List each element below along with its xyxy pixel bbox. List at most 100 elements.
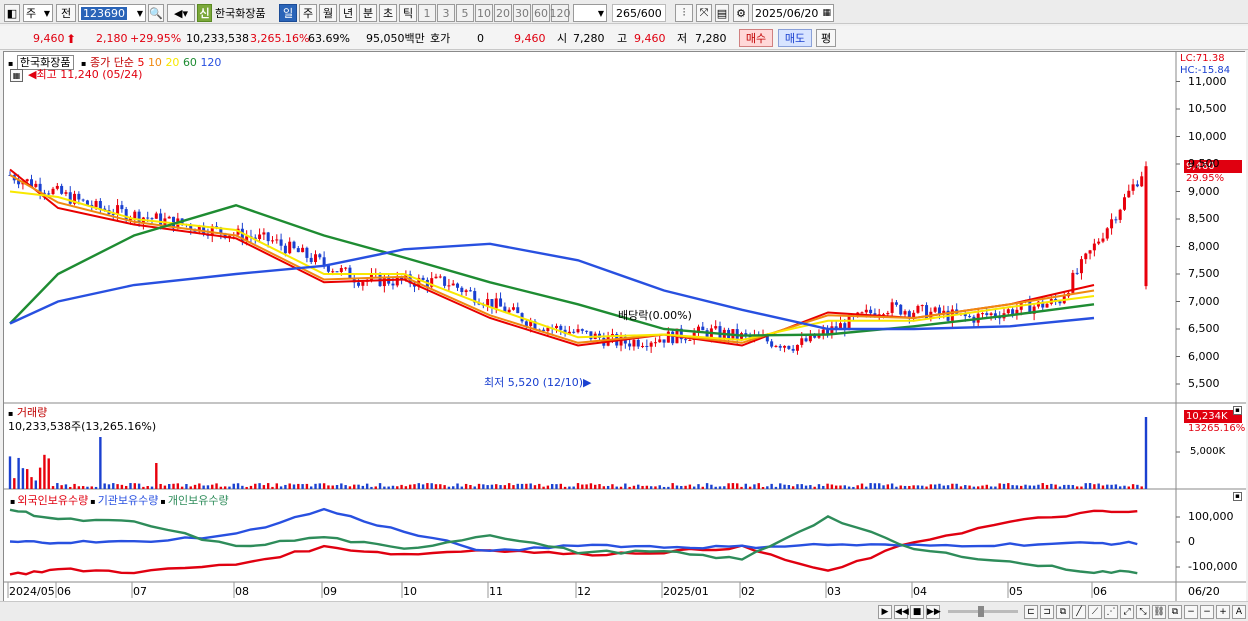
count-field[interactable]: 265/600 xyxy=(612,4,666,22)
candle-body xyxy=(1131,184,1135,191)
volume-bar xyxy=(1088,483,1092,489)
sound-icon[interactable]: ◀▾ xyxy=(167,4,195,22)
draw-icon[interactable]: ⟋ xyxy=(1088,605,1102,619)
volume-bar xyxy=(357,484,360,489)
interval-button-20[interactable]: 20 xyxy=(494,4,512,22)
volume-bar xyxy=(1136,484,1139,489)
fast-forward-icon[interactable]: ▶▶ xyxy=(926,605,941,619)
interval-button-1[interactable]: 1 xyxy=(418,4,436,22)
chart-canvas[interactable] xyxy=(4,52,1246,602)
volume-bar xyxy=(542,486,545,489)
chart-area[interactable]: ▪ 한국화장품 ▪ 종가 단순 5 10 20 60 120 ▦ ◀최고 11,… xyxy=(3,51,1246,602)
volume-bar xyxy=(1002,483,1006,489)
calendar-icon[interactable]: ▦ xyxy=(822,8,831,18)
volume-bar xyxy=(809,485,812,489)
interval-button-5[interactable]: 5 xyxy=(456,4,474,22)
candle-body xyxy=(98,200,102,209)
zoom-slider-handle[interactable] xyxy=(978,606,984,617)
candle-body xyxy=(391,283,395,286)
layout-icon[interactable]: ⊏ xyxy=(1024,605,1038,619)
candle-body xyxy=(159,213,163,225)
volume-bar xyxy=(559,483,562,489)
volume-bar xyxy=(202,485,205,489)
volume-bar xyxy=(766,486,769,489)
candle-body xyxy=(464,290,468,293)
auto-scale-icon[interactable]: A xyxy=(1232,605,1246,619)
period-tab-4[interactable]: 분 xyxy=(359,4,377,22)
period-select[interactable]: 주 ▼ xyxy=(23,4,53,22)
volume-bar xyxy=(297,483,300,489)
volume-bar xyxy=(13,478,16,489)
panel-maximize-icon[interactable]: ▪ xyxy=(1233,492,1242,501)
period-tab-1[interactable]: 주 xyxy=(299,4,317,22)
volume-bar xyxy=(718,486,722,489)
chevron-down-icon[interactable]: ▼ xyxy=(137,9,143,18)
layout-icon[interactable]: ⊐ xyxy=(1040,605,1054,619)
period-tab-6[interactable]: 틱 xyxy=(399,4,417,22)
buy-button[interactable]: 매수 xyxy=(739,29,773,47)
draw-tool-icon[interactable]: ⤢ xyxy=(1120,605,1134,619)
screen-menu-icon[interactable]: ◧ xyxy=(4,4,20,22)
candle-body xyxy=(137,211,141,223)
candle-type-icon[interactable]: ⫶ xyxy=(675,4,693,22)
volume-bar xyxy=(288,483,291,489)
rewind-icon[interactable]: ◀◀ xyxy=(894,605,909,619)
scroll-right-icon[interactable]: ▶ xyxy=(878,605,892,619)
minus-icon[interactable]: − xyxy=(1184,605,1198,619)
draw-tool-icon[interactable]: ⤡ xyxy=(1136,605,1150,619)
eval-button[interactable]: 평 xyxy=(816,29,836,47)
volume-bar xyxy=(391,485,395,489)
volume-bar xyxy=(1075,486,1079,489)
volume-bar xyxy=(413,484,416,489)
volume-bar xyxy=(649,486,653,489)
stop-icon[interactable]: ■ xyxy=(910,605,924,619)
volume-bar xyxy=(594,484,597,489)
candle-body xyxy=(920,305,924,307)
candle-body xyxy=(314,254,318,263)
settings-gear-icon[interactable]: ⚙ xyxy=(733,4,749,22)
x-axis-label: 09 xyxy=(323,585,337,598)
volume-bar xyxy=(314,483,317,489)
volume: 10,233,538 xyxy=(186,32,249,45)
period-tab-5[interactable]: 초 xyxy=(379,4,397,22)
interval-dropdown[interactable]: ▼ xyxy=(573,4,607,22)
volume-bar xyxy=(1015,485,1019,489)
search-icon[interactable]: 🔍 xyxy=(148,4,164,22)
volume-bar xyxy=(495,484,498,489)
draw-line-icon[interactable]: ╱ xyxy=(1072,605,1086,619)
candle-body xyxy=(1092,243,1096,251)
sell-button[interactable]: 매도 xyxy=(778,29,812,47)
candle-body xyxy=(1084,253,1088,260)
panel-maximize-icon[interactable]: ▪ xyxy=(1233,406,1242,415)
zoom-in-icon[interactable]: + xyxy=(1216,605,1230,619)
interval-button-3[interactable]: 3 xyxy=(437,4,455,22)
calculator-icon[interactable]: ▦ xyxy=(10,69,23,82)
volume-bar xyxy=(847,486,851,489)
stock-code-input[interactable]: 123690 ▼ xyxy=(78,4,146,22)
zoom-slider[interactable] xyxy=(948,606,1018,617)
period-tab-3[interactable]: 년 xyxy=(339,4,357,22)
prev-button[interactable]: 전 xyxy=(56,4,76,22)
copy-icon[interactable]: ⧉ xyxy=(1168,605,1182,619)
interval-button-10[interactable]: 10 xyxy=(475,4,493,22)
crosshair-icon[interactable]: ⤧ xyxy=(696,4,712,22)
save-icon[interactable]: ▤ xyxy=(715,4,729,22)
candle-body xyxy=(81,199,85,201)
interval-button-60[interactable]: 60 xyxy=(532,4,550,22)
holding-legend: ▪ 외국인보유수량 ▪ 기관보유수량 ▪ 개인보유수량 xyxy=(8,492,229,508)
volume-bar xyxy=(1110,484,1113,489)
copy-icon[interactable]: ⧉ xyxy=(1056,605,1070,619)
interval-button-30[interactable]: 30 xyxy=(513,4,531,22)
draw-fan-icon[interactable]: ⋰ xyxy=(1104,605,1118,619)
volume-bar xyxy=(335,484,339,489)
link-icon[interactable]: ⛓ xyxy=(1152,605,1166,619)
date-field[interactable]: 2025/06/20 ▦ xyxy=(752,4,834,22)
candle-body xyxy=(912,312,916,318)
interval-button-120[interactable]: 120 xyxy=(550,4,571,22)
current-price: 9,460 xyxy=(33,32,65,45)
zoom-out-icon[interactable]: − xyxy=(1200,605,1214,619)
volume-bar xyxy=(86,486,89,489)
period-tab-2[interactable]: 월 xyxy=(319,4,337,22)
volume-bar xyxy=(1071,485,1075,489)
period-tab-0[interactable]: 일 xyxy=(279,4,297,22)
